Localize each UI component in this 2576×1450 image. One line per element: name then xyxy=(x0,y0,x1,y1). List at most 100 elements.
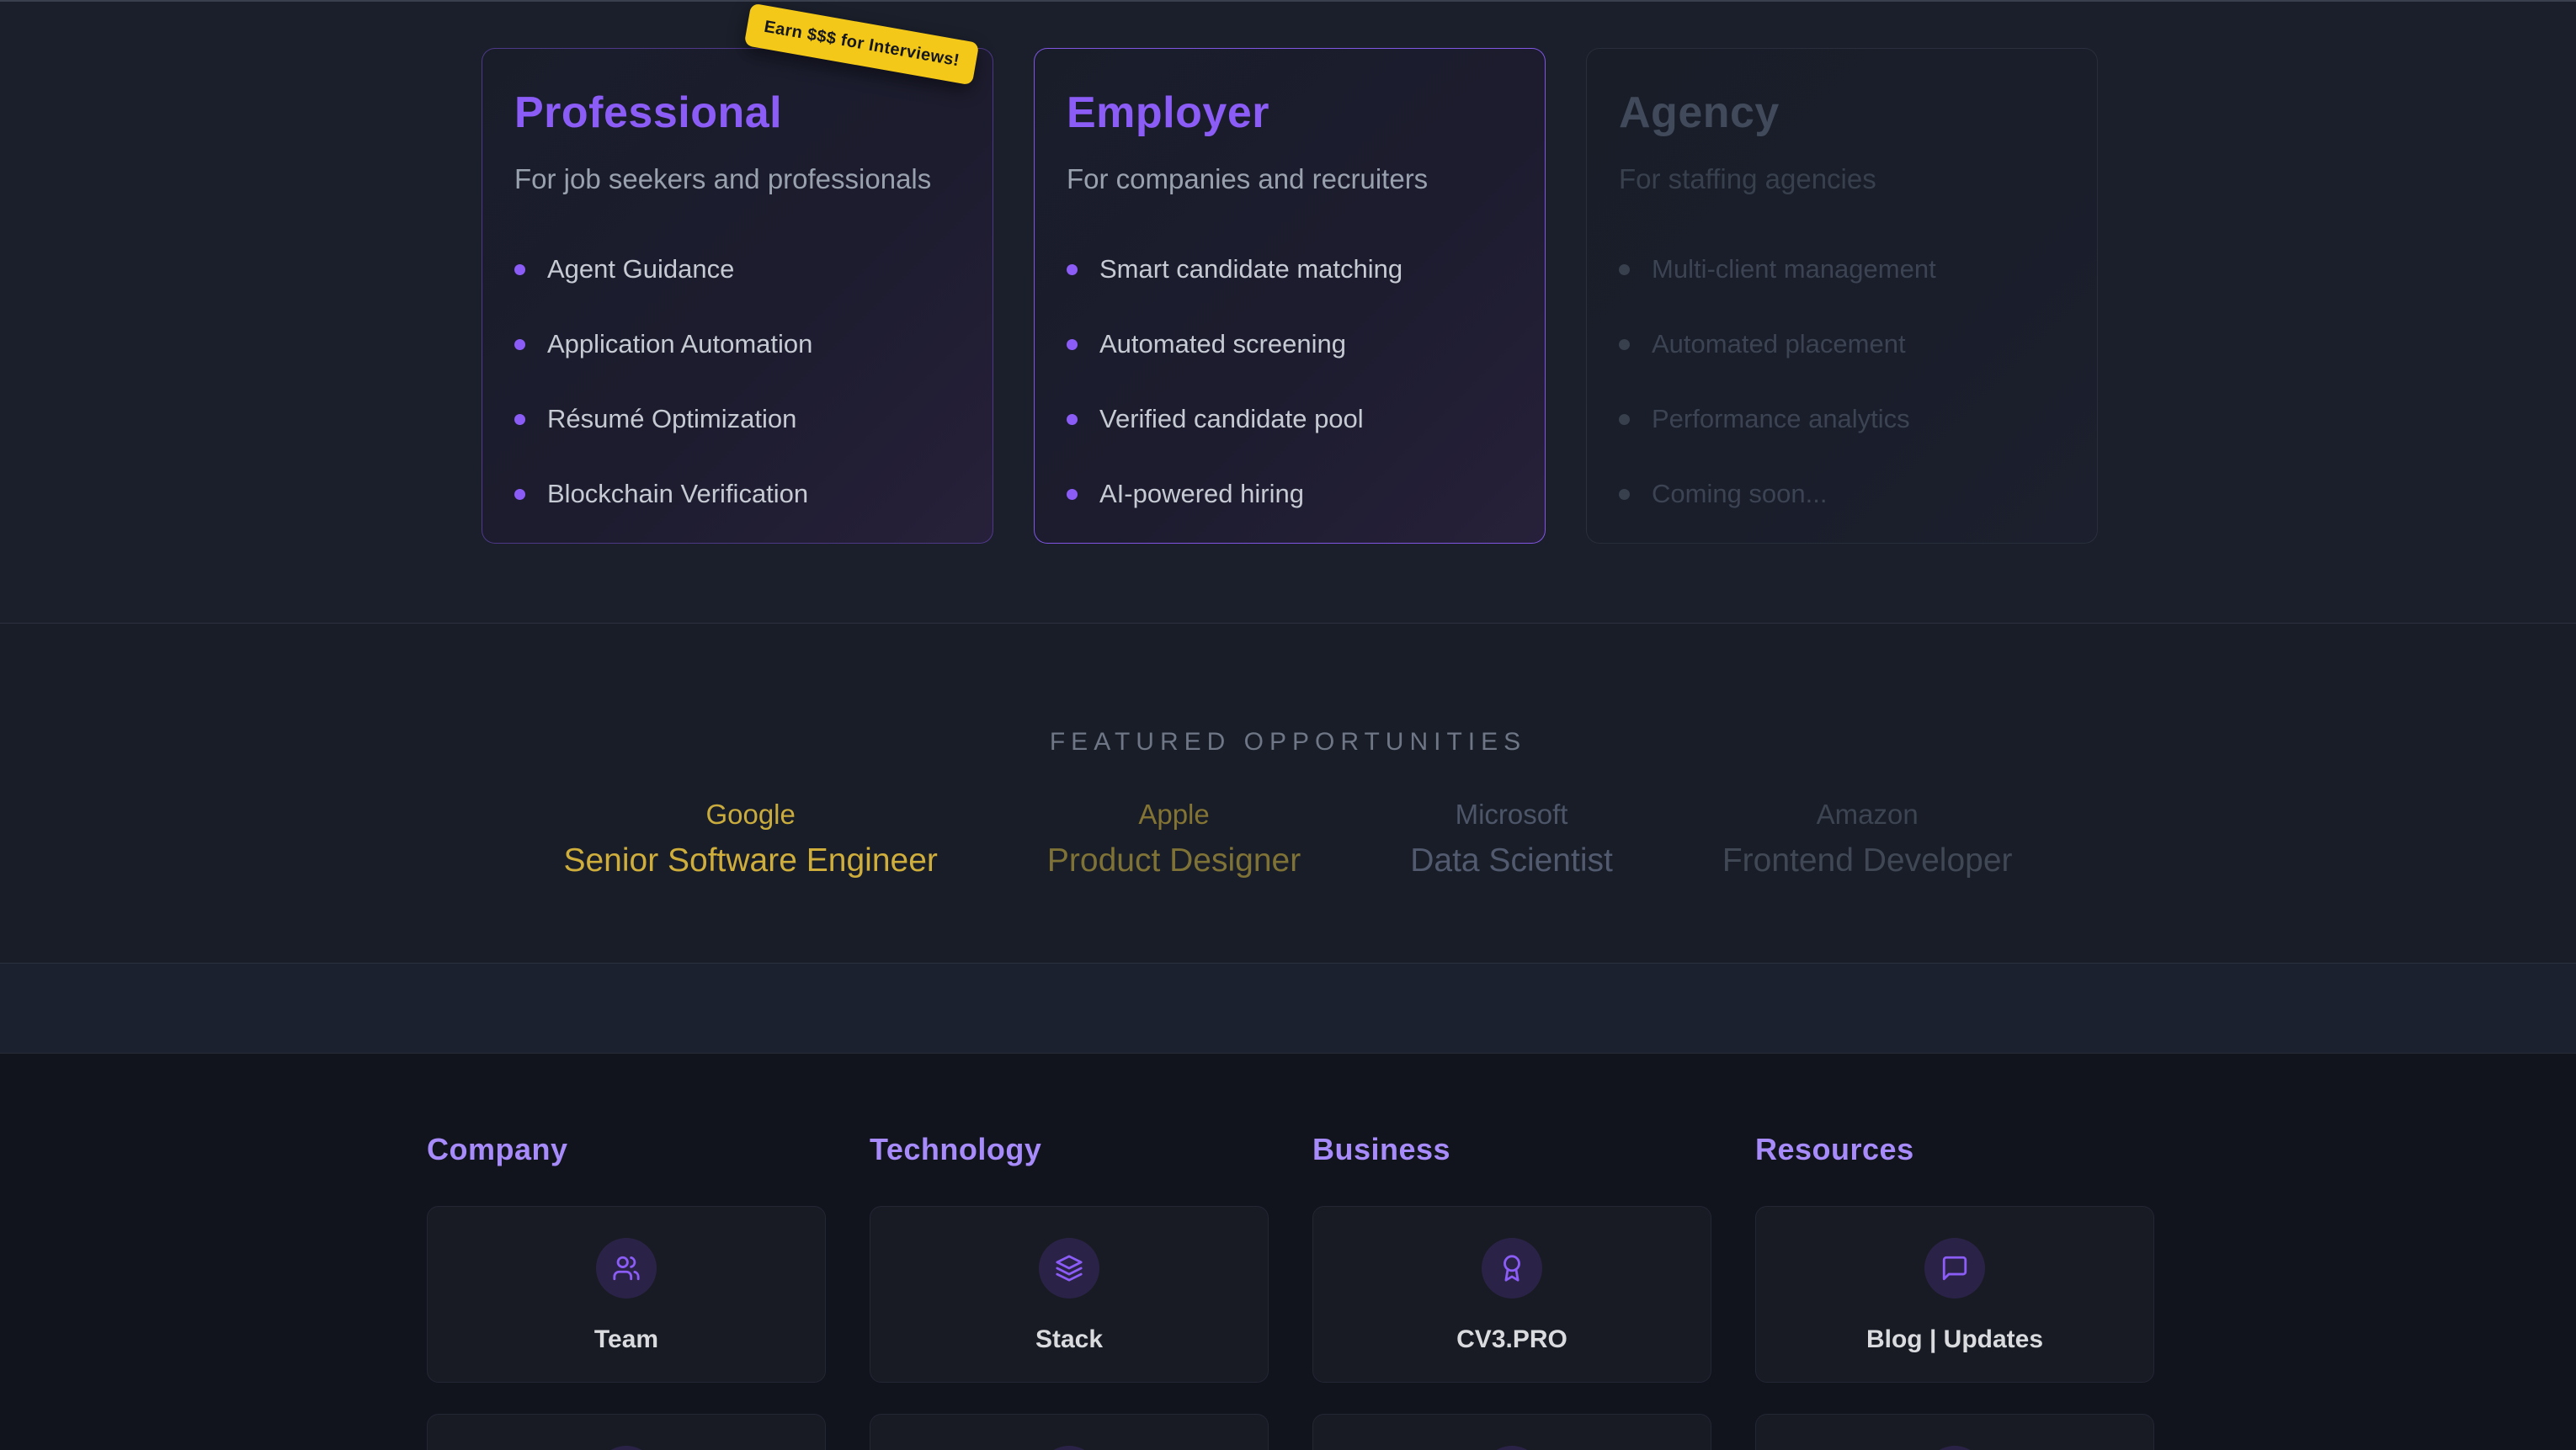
icon-circle xyxy=(1039,1446,1099,1450)
featured-jobs-carousel: Google Senior Software Engineer Apple Pr… xyxy=(0,799,2576,879)
feature-label: Automated screening xyxy=(1099,331,1346,358)
feature-item: Multi-client management xyxy=(1619,256,2065,283)
feature-item: Verified candidate pool xyxy=(1067,406,1513,433)
icon-circle xyxy=(1039,1238,1099,1299)
job-company: Microsoft xyxy=(1410,799,1613,831)
top-section-divider xyxy=(0,0,2576,2)
footer-column-company: Company Team xyxy=(427,1132,826,1450)
feature-item: Performance analytics xyxy=(1619,406,2065,433)
feature-item: Résumé Optimization xyxy=(514,406,961,433)
job-role: Product Designer xyxy=(1047,842,1301,879)
feature-item: Automated placement xyxy=(1619,331,2065,358)
bullet-icon xyxy=(1067,414,1078,425)
plan-features-list: Smart candidate matching Automated scree… xyxy=(1067,256,1513,507)
footer-card-partial[interactable] xyxy=(427,1414,826,1450)
feature-label: Verified candidate pool xyxy=(1099,406,1364,433)
bullet-icon xyxy=(514,414,525,425)
plan-card-professional[interactable]: Professional For job seekers and profess… xyxy=(482,48,993,544)
job-role: Frontend Developer xyxy=(1722,842,2013,879)
feature-item: Blockchain Verification xyxy=(514,481,961,507)
footer-card-label: Stack xyxy=(1035,1325,1103,1354)
footer-card-cv3pro[interactable]: CV3.PRO xyxy=(1312,1206,1711,1383)
plan-cards-row: Professional For job seekers and profess… xyxy=(482,48,2098,544)
bullet-icon xyxy=(1619,264,1630,275)
plan-subtitle-professional: For job seekers and professionals xyxy=(514,163,961,195)
footer-heading-resources: Resources xyxy=(1755,1132,2154,1167)
feature-label: Coming soon... xyxy=(1652,481,1828,507)
feature-item: Agent Guidance xyxy=(514,256,961,283)
featured-job-google[interactable]: Google Senior Software Engineer xyxy=(563,799,937,879)
footer-columns: Company Team Technology xyxy=(427,1132,2154,1450)
plan-card-agency: Agency For staffing agencies Multi-clien… xyxy=(1586,48,2098,544)
featured-title: FEATURED OPPORTUNITIES xyxy=(0,728,2576,757)
plan-subtitle-agency: For staffing agencies xyxy=(1619,163,2065,195)
footer-card-label: Team xyxy=(594,1325,658,1354)
job-company: Google xyxy=(563,799,937,831)
footer-heading-technology: Technology xyxy=(870,1132,1269,1167)
job-company: Apple xyxy=(1047,799,1301,831)
footer-card-label: CV3.PRO xyxy=(1456,1325,1567,1354)
featured-job-apple[interactable]: Apple Product Designer xyxy=(1047,799,1301,879)
plan-title-employer: Employer xyxy=(1067,88,1513,138)
feature-label: Blockchain Verification xyxy=(547,481,808,507)
footer-heading-business: Business xyxy=(1312,1132,1711,1167)
feature-label: Performance analytics xyxy=(1652,406,1910,433)
footer-column-technology: Technology Stack xyxy=(870,1132,1269,1450)
icon-circle xyxy=(596,1238,657,1299)
footer-heading-company: Company xyxy=(427,1132,826,1167)
section-spacer-band xyxy=(0,964,2576,1054)
feature-label: AI-powered hiring xyxy=(1099,481,1304,507)
users-icon xyxy=(612,1254,641,1283)
plan-title-agency: Agency xyxy=(1619,88,2065,138)
icon-circle xyxy=(1924,1238,1985,1299)
footer-card-team[interactable]: Team xyxy=(427,1206,826,1383)
feature-label: Automated placement xyxy=(1652,331,1906,358)
featured-opportunities-section: FEATURED OPPORTUNITIES Google Senior Sof… xyxy=(0,624,2576,964)
bullet-icon xyxy=(1619,489,1630,500)
bullet-icon xyxy=(1619,339,1630,350)
award-icon xyxy=(1498,1254,1526,1283)
layers-icon xyxy=(1055,1254,1083,1283)
icon-circle xyxy=(1482,1446,1542,1450)
plan-features-list: Agent Guidance Application Automation Ré… xyxy=(514,256,961,507)
feature-item: Coming soon... xyxy=(1619,481,2065,507)
job-role: Senior Software Engineer xyxy=(563,842,937,879)
plan-features-list: Multi-client management Automated placem… xyxy=(1619,256,2065,507)
feature-label: Multi-client management xyxy=(1652,256,1936,283)
footer-section: Company Team Technology xyxy=(0,1054,2576,1450)
plans-section: Professional For job seekers and profess… xyxy=(0,0,2576,624)
footer-card-partial[interactable] xyxy=(1312,1414,1711,1450)
footer-card-partial[interactable] xyxy=(870,1414,1269,1450)
bullet-icon xyxy=(1067,489,1078,500)
message-square-icon xyxy=(1940,1254,1969,1283)
feature-item: AI-powered hiring xyxy=(1067,481,1513,507)
feature-label: Smart candidate matching xyxy=(1099,256,1402,283)
feature-item: Smart candidate matching xyxy=(1067,256,1513,283)
icon-circle xyxy=(596,1446,657,1450)
bullet-icon xyxy=(1067,264,1078,275)
plan-subtitle-employer: For companies and recruiters xyxy=(1067,163,1513,195)
footer-card-partial[interactable] xyxy=(1755,1414,2154,1450)
plan-title-professional: Professional xyxy=(514,88,961,138)
page: Professional For job seekers and profess… xyxy=(0,0,2576,1450)
bullet-icon xyxy=(514,339,525,350)
icon-circle xyxy=(1482,1238,1542,1299)
icon-circle xyxy=(1924,1446,1985,1450)
featured-job-microsoft[interactable]: Microsoft Data Scientist xyxy=(1410,799,1613,879)
feature-item: Application Automation xyxy=(514,331,961,358)
plan-card-employer[interactable]: Employer For companies and recruiters Sm… xyxy=(1034,48,1546,544)
bullet-icon xyxy=(1619,414,1630,425)
feature-item: Automated screening xyxy=(1067,331,1513,358)
feature-label: Agent Guidance xyxy=(547,256,734,283)
bullet-icon xyxy=(514,489,525,500)
featured-job-amazon[interactable]: Amazon Frontend Developer xyxy=(1722,799,2013,879)
job-company: Amazon xyxy=(1722,799,2013,831)
bullet-icon xyxy=(514,264,525,275)
footer-card-stack[interactable]: Stack xyxy=(870,1206,1269,1383)
feature-label: Résumé Optimization xyxy=(547,406,796,433)
feature-label: Application Automation xyxy=(547,331,812,358)
footer-column-resources: Resources Blog | Updates xyxy=(1755,1132,2154,1450)
job-role: Data Scientist xyxy=(1410,842,1613,879)
footer-card-label: Blog | Updates xyxy=(1866,1325,2043,1354)
footer-card-blog[interactable]: Blog | Updates xyxy=(1755,1206,2154,1383)
